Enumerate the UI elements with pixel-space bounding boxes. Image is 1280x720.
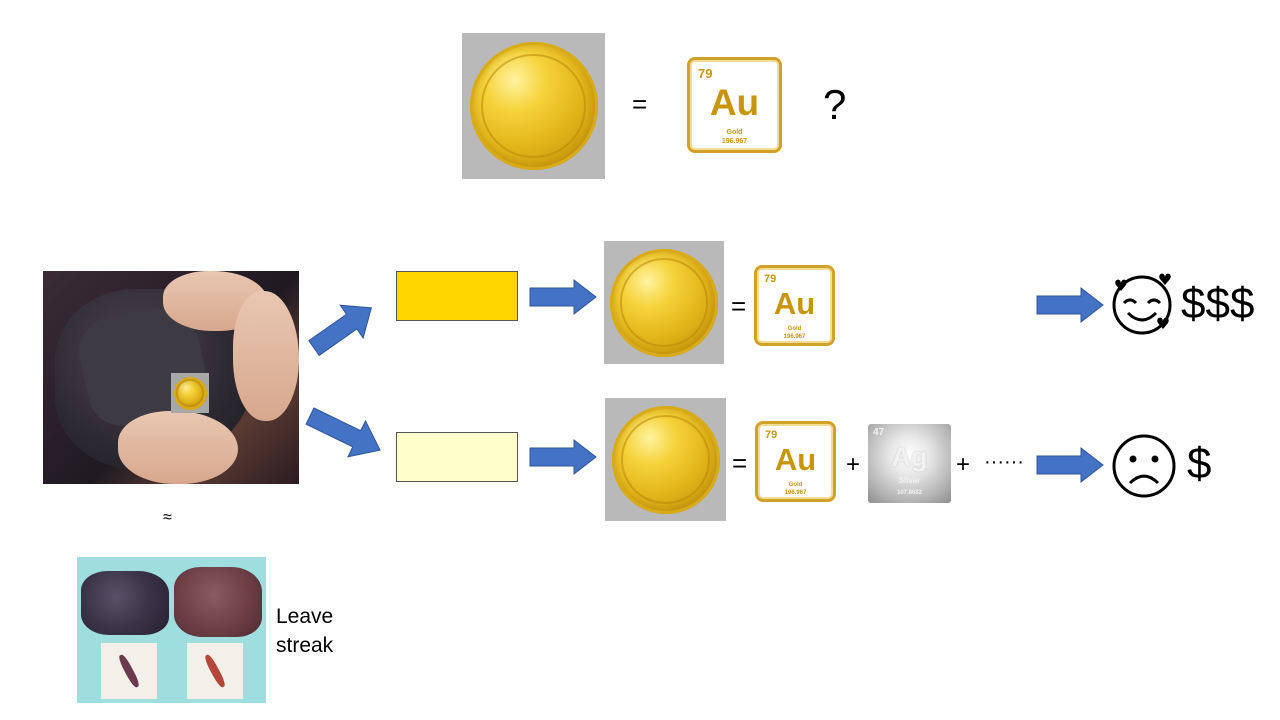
element-name: Silver xyxy=(898,476,921,485)
arrow-down-right xyxy=(305,407,381,458)
gold-coin-image xyxy=(469,42,598,170)
element-tile-gold-branch-top: 79 Au Gold 196.967 xyxy=(754,265,835,346)
element-symbol: Au xyxy=(773,286,816,321)
element-tile-silver: 47 Ag Silver 107.8682 xyxy=(868,424,951,503)
element-name: Gold xyxy=(787,326,802,332)
arrow-to-coin-bottom xyxy=(529,438,597,476)
gold-coin-photo-branch-bottom xyxy=(605,398,726,521)
element-tile-gold-branch-bottom: 79 Au Gold 196.967 xyxy=(755,421,836,502)
approx-symbol: ≈ xyxy=(163,509,172,526)
atomic-mass: 196.967 xyxy=(783,334,806,340)
atomic-mass: 107.8682 xyxy=(896,490,923,496)
happy-face-icon xyxy=(1112,273,1172,335)
arrow-up-right xyxy=(308,304,372,357)
arrow-to-result-bottom xyxy=(1036,446,1104,484)
atomic-mass: 196.967 xyxy=(784,490,807,496)
hand-bottom xyxy=(118,411,238,484)
element-tile-gold-top: 79 Au Gold 196.967 xyxy=(687,57,782,153)
gold-coin-image xyxy=(610,248,718,357)
streak-caption: Leave streak xyxy=(276,602,333,660)
streak-caption-line2: streak xyxy=(276,634,334,657)
streak-caption-line1: Leave xyxy=(276,605,334,628)
ellipsis: ······ xyxy=(984,451,1024,473)
streak-rocks-photo xyxy=(77,557,266,703)
streak-color-box-gold xyxy=(396,271,518,321)
hand-right xyxy=(233,291,299,421)
equals-sign-top: = xyxy=(632,89,648,119)
gold-coin-photo-top xyxy=(462,33,605,179)
atomic-number: 47 xyxy=(873,427,885,438)
plus-sign-1: + xyxy=(846,451,861,478)
money-result-top: $$$ xyxy=(1181,279,1255,328)
equals-sign-branch-bottom: = xyxy=(732,448,748,478)
mini-coin-frame xyxy=(171,373,209,413)
sad-face-icon xyxy=(1112,434,1176,498)
element-symbol: Au xyxy=(774,442,817,477)
element-symbol: Ag xyxy=(891,442,928,472)
streak-color-box-pale xyxy=(396,432,518,482)
red-rock xyxy=(174,567,262,637)
plus-sign-2: + xyxy=(956,451,971,478)
money-result-bottom: $ xyxy=(1187,439,1212,488)
atomic-number: 79 xyxy=(698,66,713,81)
gold-coin-image xyxy=(611,405,720,514)
atomic-number: 79 xyxy=(764,273,777,285)
arrow-to-coin-top xyxy=(529,278,597,316)
arrow-to-result-top xyxy=(1036,286,1104,324)
question-mark: ? xyxy=(823,81,847,128)
mini-gold-coin xyxy=(173,376,207,410)
gold-coin-photo-branch-top xyxy=(604,241,724,364)
element-name: Gold xyxy=(726,129,743,136)
element-symbol: Au xyxy=(709,82,760,123)
equals-sign-branch-top: = xyxy=(731,291,747,321)
element-name: Gold xyxy=(788,482,803,488)
dark-rock xyxy=(81,571,169,635)
atomic-mass: 196.967 xyxy=(721,138,748,145)
atomic-number: 79 xyxy=(765,429,778,441)
streak-test-photo xyxy=(43,271,299,484)
